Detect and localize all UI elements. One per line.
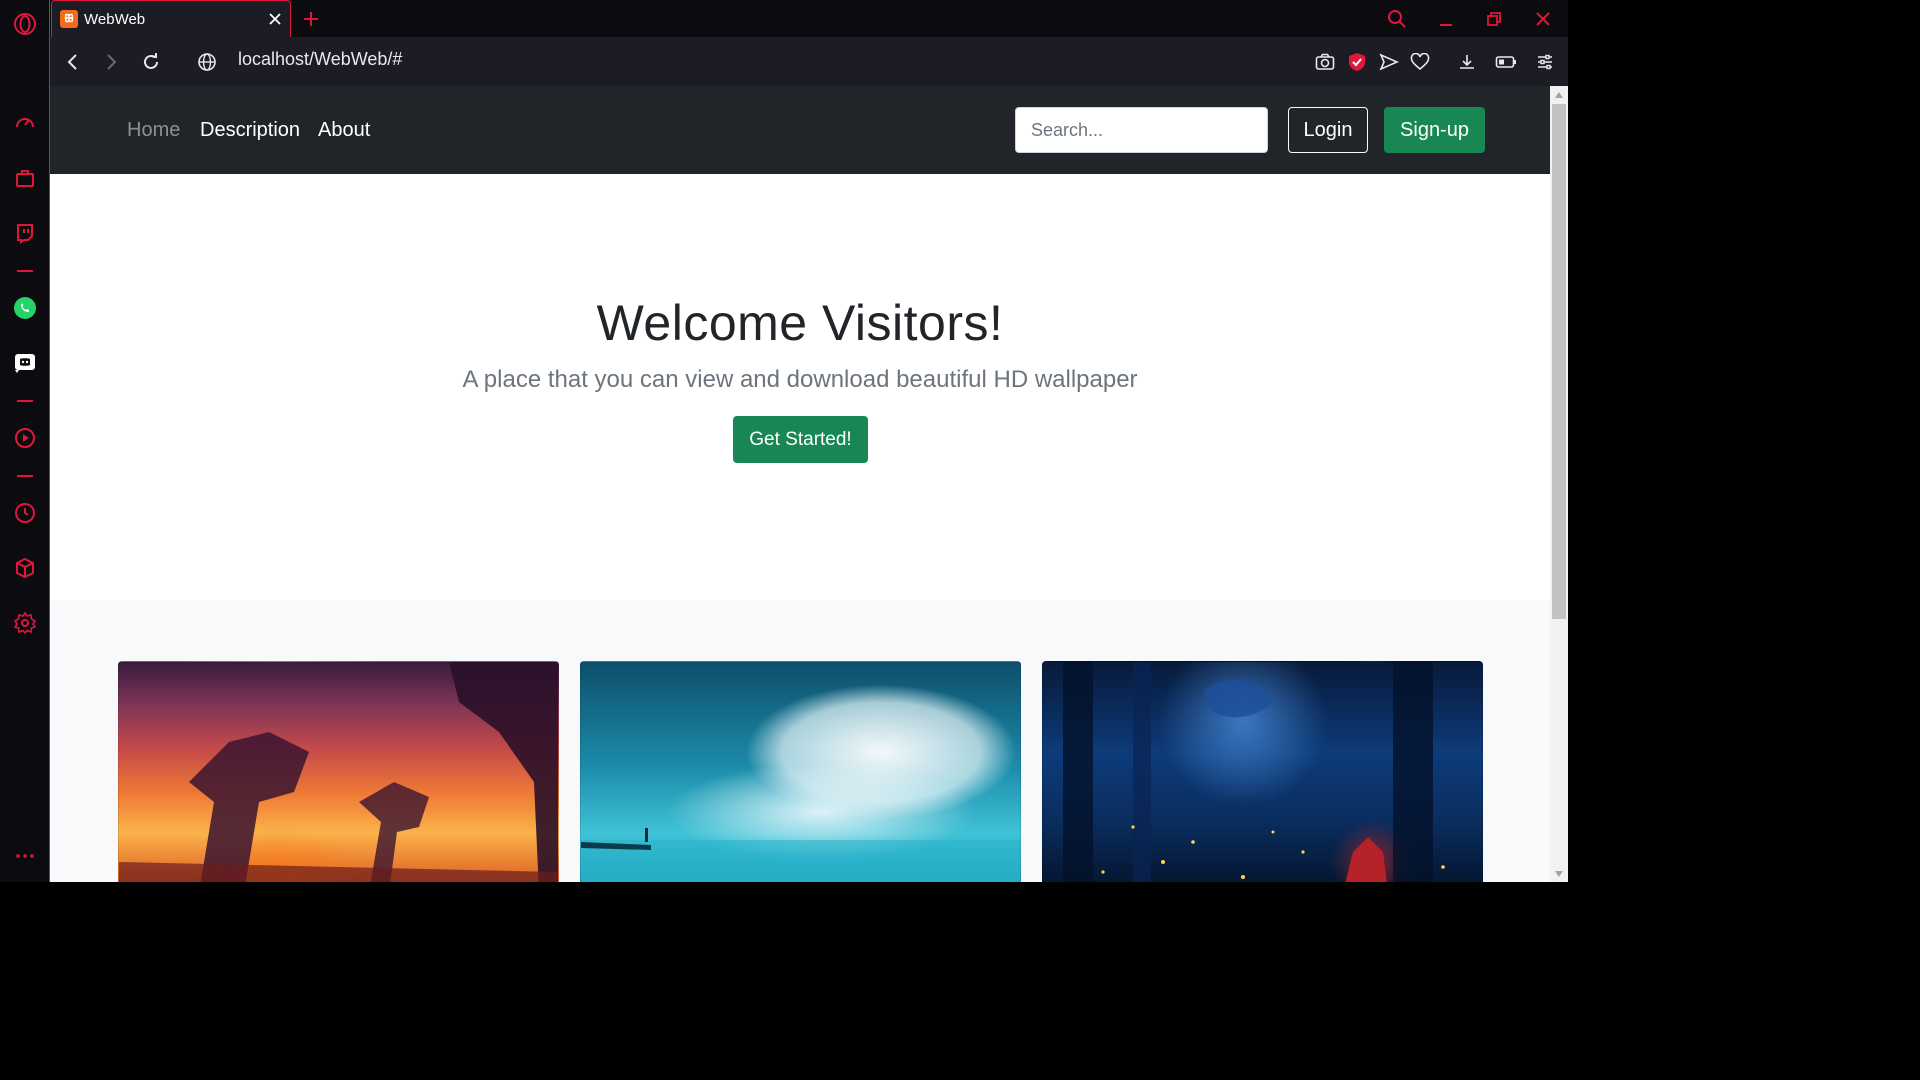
search-tabs-icon[interactable] (1382, 4, 1412, 34)
sunset-trees-image (119, 662, 558, 882)
wallpaper-card-clouds[interactable] (580, 661, 1021, 882)
new-tab-icon[interactable] (296, 4, 326, 34)
battery-saver-icon[interactable] (1492, 47, 1520, 77)
more-icon[interactable] (0, 838, 50, 874)
nav-link-description[interactable]: Description (200, 119, 300, 142)
hero-subtitle: A place that you can view and download b… (462, 366, 1138, 393)
briefcase-icon[interactable] (0, 160, 50, 196)
adblock-shield-icon[interactable] (1343, 47, 1371, 77)
bookmark-heart-icon[interactable] (1406, 47, 1434, 77)
download-icon[interactable] (1453, 47, 1481, 77)
xampp-favicon-icon: ꕥ (60, 10, 78, 28)
hero-section: Welcome Visitors! A place that you can v… (50, 174, 1550, 600)
sidebar-separator (17, 270, 33, 272)
scrollbar-thumb[interactable] (1552, 104, 1566, 619)
speed-dial-icon[interactable] (0, 105, 50, 141)
restore-icon[interactable] (1479, 4, 1509, 34)
player-icon[interactable] (0, 420, 50, 456)
wallpaper-gallery (50, 600, 1550, 882)
reload-icon[interactable] (136, 47, 166, 77)
snapshot-camera-icon[interactable] (1311, 47, 1339, 77)
back-icon[interactable] (58, 47, 88, 77)
tab-webweb[interactable]: ꕥ WebWeb (51, 0, 291, 37)
address-bar: localhost/WebWeb/# (50, 37, 1568, 86)
signup-button[interactable]: Sign-up (1384, 107, 1485, 153)
site-navbar: Home Description About Search... Login S… (50, 86, 1550, 174)
settings-icon[interactable] (0, 605, 50, 641)
history-icon[interactable] (0, 495, 50, 531)
login-button[interactable]: Login (1288, 107, 1368, 153)
nav-link-home[interactable]: Home (127, 119, 180, 142)
close-tab-icon[interactable] (260, 4, 290, 34)
tab-title: WebWeb (84, 10, 146, 28)
sidebar-separator (17, 475, 33, 477)
sidebar-separator (17, 400, 33, 402)
send-icon[interactable] (1375, 47, 1403, 77)
tab-bar: ꕥ WebWeb (50, 0, 1568, 37)
page-scrollbar[interactable] (1550, 86, 1568, 882)
twitch-icon[interactable] (0, 215, 50, 251)
opera-logo-icon[interactable] (0, 6, 50, 42)
nav-link-about[interactable]: About (318, 119, 370, 142)
site-info-globe-icon[interactable] (192, 47, 222, 77)
easy-setup-icon[interactable] (1531, 47, 1559, 77)
url-field[interactable]: localhost/WebWeb/# (238, 49, 402, 70)
browser-sidebar (0, 0, 50, 882)
get-started-button[interactable]: Get Started! (733, 416, 868, 463)
scroll-up-icon[interactable] (1550, 86, 1568, 103)
forward-icon[interactable] (96, 47, 126, 77)
scroll-down-icon[interactable] (1550, 865, 1568, 882)
close-window-icon[interactable] (1528, 4, 1558, 34)
forest-dragon-image (1063, 662, 1445, 882)
wallpaper-card-sunset[interactable] (118, 661, 559, 882)
search-input[interactable]: Search... (1015, 107, 1268, 153)
hero-title: Welcome Visitors! (596, 295, 1004, 351)
box-icon[interactable] (0, 550, 50, 586)
discord-icon[interactable] (0, 345, 50, 381)
wallpaper-card-forest-dragon[interactable] (1042, 661, 1483, 882)
whatsapp-icon[interactable] (0, 290, 50, 326)
web-page: Home Description About Search... Login S… (50, 86, 1550, 882)
minimize-icon[interactable] (1431, 4, 1461, 34)
clouds-sea-image (581, 828, 1020, 882)
